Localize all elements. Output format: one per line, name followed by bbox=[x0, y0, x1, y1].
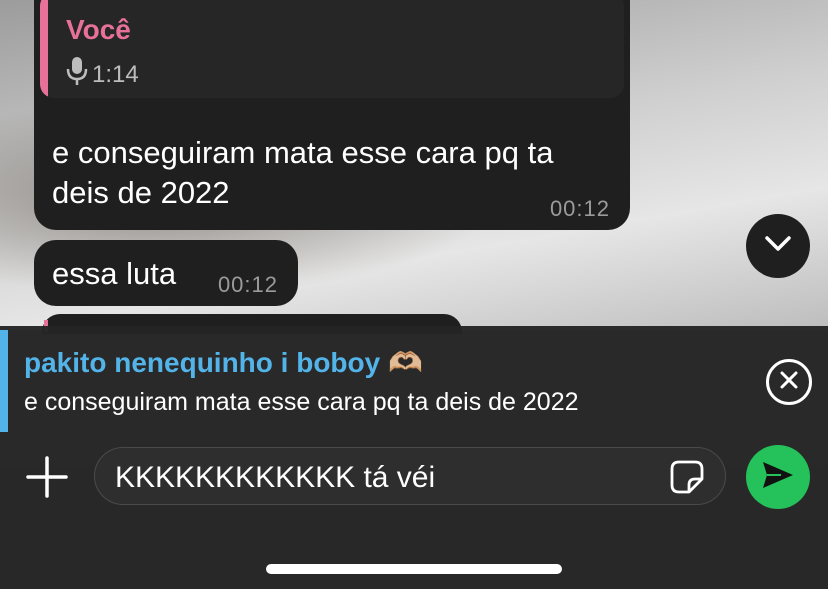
message-time: 00:12 bbox=[549, 196, 610, 221]
quote-audio-info: 1:14 bbox=[66, 56, 139, 93]
quote-author: Você bbox=[66, 14, 131, 45]
sticker-icon bbox=[669, 460, 705, 499]
send-icon bbox=[761, 460, 795, 495]
scroll-to-bottom-button[interactable] bbox=[746, 214, 810, 278]
message-text: e conseguiram mata esse cara pq ta deis … bbox=[52, 135, 554, 210]
attach-button[interactable] bbox=[24, 454, 70, 500]
chevron-down-icon bbox=[764, 235, 792, 258]
microphone-icon bbox=[66, 56, 88, 93]
plus-icon bbox=[24, 456, 70, 504]
audio-duration: 1:14 bbox=[92, 60, 139, 88]
quoted-message[interactable]: Você 1:14 bbox=[40, 0, 624, 98]
sticker-button[interactable] bbox=[669, 459, 705, 495]
message-input[interactable]: KKKKKKKKKKKK tá véi bbox=[94, 447, 726, 505]
home-indicator[interactable] bbox=[266, 564, 562, 574]
reply-author: pakito nenequinho i boboy 🫶🏼 bbox=[24, 347, 423, 378]
quote-accent-bar bbox=[40, 0, 48, 98]
reply-accent-bar bbox=[0, 330, 8, 432]
close-icon bbox=[778, 369, 800, 396]
composer-panel: pakito nenequinho i boboy 🫶🏼 e conseguir… bbox=[0, 326, 828, 589]
message-text: essa luta bbox=[52, 256, 177, 291]
message-bubble-incoming[interactable]: Você 1:14 e conseguiram mata esse cara p… bbox=[34, 0, 630, 230]
reply-preview-text: e conseguiram mata esse cara pq ta deis … bbox=[24, 388, 579, 416]
cancel-reply-button[interactable] bbox=[766, 359, 812, 405]
message-input-value[interactable]: KKKKKKKKKKKK tá véi bbox=[115, 461, 435, 495]
message-bubble-incoming[interactable]: essa luta 00:12 bbox=[34, 240, 298, 306]
message-time: 00:12 bbox=[217, 272, 278, 297]
send-button[interactable] bbox=[746, 445, 810, 509]
